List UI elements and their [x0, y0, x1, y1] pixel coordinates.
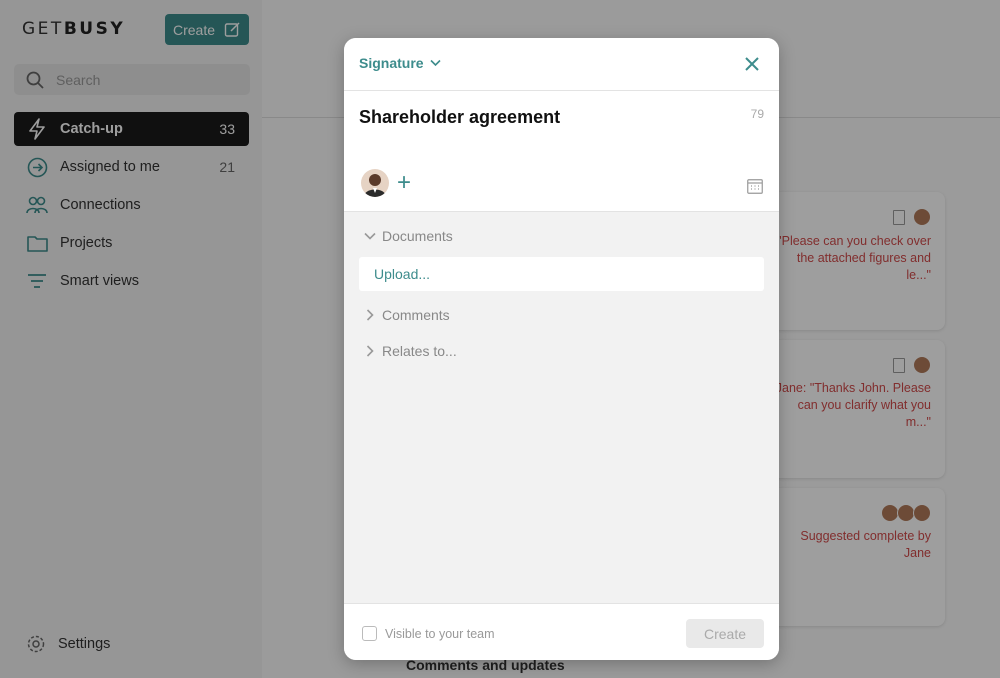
- chevron-right-icon: [366, 345, 374, 357]
- visible-to-team-label: Visible to your team: [385, 626, 495, 641]
- assignee-avatar[interactable]: [361, 169, 389, 197]
- documents-section-label: Documents: [382, 228, 453, 244]
- modal-footer: Visible to your team Create: [344, 603, 779, 660]
- comments-section-toggle[interactable]: Comments: [364, 307, 450, 323]
- character-count: 79: [750, 107, 764, 121]
- relates-section-toggle[interactable]: Relates to...: [364, 343, 457, 359]
- create-task-button[interactable]: Create: [686, 619, 764, 648]
- calendar-icon[interactable]: [747, 179, 763, 194]
- visible-to-team-checkbox[interactable]: Visible to your team: [362, 626, 495, 641]
- modal-header: Signature: [344, 38, 779, 91]
- task-type-dropdown[interactable]: Signature: [359, 55, 441, 71]
- documents-section-toggle[interactable]: Documents: [364, 228, 453, 244]
- task-type-label: Signature: [359, 55, 424, 71]
- chevron-down-icon: [430, 59, 441, 67]
- task-title-input[interactable]: [359, 107, 719, 128]
- upload-button[interactable]: Upload...: [359, 257, 764, 291]
- comments-section-label: Comments: [382, 307, 450, 323]
- close-icon[interactable]: [743, 55, 761, 73]
- chevron-right-icon: [366, 309, 374, 321]
- title-area: 79 +: [344, 91, 779, 212]
- relates-section-label: Relates to...: [382, 343, 457, 359]
- checkbox-box[interactable]: [362, 626, 377, 641]
- chevron-down-icon: [364, 232, 376, 240]
- add-assignee-button[interactable]: +: [397, 171, 411, 195]
- new-task-modal: Signature 79 + Documents Upload... Comme…: [344, 38, 779, 660]
